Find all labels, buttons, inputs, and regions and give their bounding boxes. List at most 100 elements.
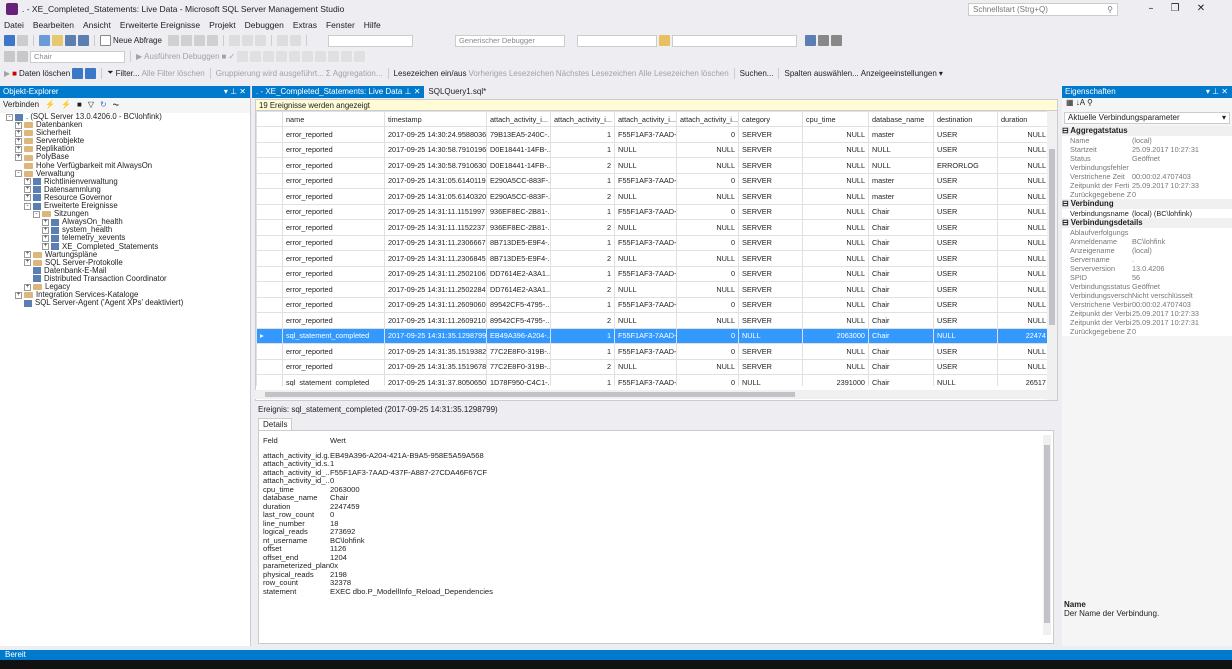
property-row[interactable]: Zurückgegebene Z0	[1062, 190, 1232, 199]
property-category[interactable]: ⊟ Aggregatstatus	[1062, 126, 1232, 136]
expand-toggle-icon[interactable]: +	[15, 154, 22, 162]
expand-toggle-icon[interactable]: +	[24, 178, 31, 186]
expand-toggle-icon[interactable]: +	[15, 137, 22, 145]
grid-icon[interactable]	[72, 67, 84, 79]
table-row[interactable]: error_reported 2017-09-25 14:31:05.614011…	[256, 172, 1047, 189]
detail-row[interactable]: physical_reads 2198	[263, 570, 1053, 580]
filter-button[interactable]: Filter...	[116, 69, 140, 78]
query-option-icon[interactable]	[237, 51, 249, 62]
tree-node[interactable]: + Richtlinienverwaltung	[0, 177, 250, 186]
table-row[interactable]: error_reported 2017-09-25 14:31:11.250228…	[256, 281, 1047, 298]
event-grid[interactable]: name timestamp attach_activity_i... attach_…	[256, 111, 1047, 386]
query-option-icon[interactable]	[276, 51, 288, 62]
table-row[interactable]: error_reported 2017-09-25 14:31:11.115223…	[256, 219, 1047, 236]
property-row[interactable]: Zeitpunkt der Verbi 25.09.2017 10:27:33	[1062, 309, 1232, 318]
expand-toggle-icon[interactable]	[24, 267, 31, 274]
query-option-icon[interactable]	[250, 51, 262, 62]
new-query-button[interactable]: Neue Abfrage	[113, 36, 162, 45]
undo-icon[interactable]	[276, 35, 288, 46]
query-option-icon[interactable]	[302, 51, 314, 62]
tab-details[interactable]: Details	[258, 418, 293, 430]
table-row[interactable]: error_reported 2017-09-25 14:31:35.151938…	[256, 343, 1047, 360]
table-row[interactable]: sql_statement_completed 2017-09-25 14:31:…	[256, 374, 1047, 386]
toolbox-icon[interactable]	[830, 35, 842, 46]
menu-item[interactable]: Datei	[4, 20, 24, 30]
menu-item[interactable]: Hilfe	[364, 20, 381, 30]
filter-icon[interactable]: ▽	[88, 98, 94, 112]
database-dropdown[interactable]: Chair	[30, 50, 125, 63]
table-row[interactable]: error_reported 2017-09-25 14:31:11.250210…	[256, 265, 1047, 282]
query-icon[interactable]	[180, 35, 192, 46]
debugger-dropdown[interactable]: Generischer Debugger	[454, 34, 565, 47]
solution-config-dropdown[interactable]	[327, 34, 413, 47]
property-row[interactable]: Zeitpunkt der Ferti 25.09.2017 10:27:33	[1062, 181, 1232, 190]
tree-node[interactable]: + Datensammlung	[0, 185, 250, 194]
choose-columns-button[interactable]: Spalten auswählen...	[784, 69, 858, 78]
save-all-icon[interactable]	[78, 35, 89, 46]
query-option-icon[interactable]	[263, 51, 275, 62]
collapse-icon[interactable]: ⊟	[1062, 218, 1071, 227]
detail-row[interactable]: cpu_time 2063000	[263, 485, 1053, 495]
menu-item[interactable]: Bearbeiten	[33, 20, 74, 30]
expand-toggle-icon[interactable]: +	[24, 186, 31, 194]
column-header[interactable]: database_name	[868, 111, 934, 127]
table-row[interactable]: error_reported 2017-09-25 14:30:58.791019…	[256, 141, 1047, 158]
menu-item[interactable]: Debuggen	[245, 20, 284, 30]
minimize-button[interactable]: –	[1140, 2, 1162, 16]
expand-toggle-icon[interactable]: +	[15, 121, 22, 129]
query-icon[interactable]	[193, 35, 205, 46]
property-row[interactable]: SPID 56	[1062, 273, 1232, 282]
grouping-button[interactable]: Gruppierung wird ausgeführt...	[216, 69, 324, 78]
expand-toggle-icon[interactable]: +	[24, 259, 31, 267]
property-pages-icon[interactable]: ⚲	[1087, 98, 1093, 107]
expand-toggle-icon[interactable]: -	[24, 202, 31, 210]
details-scrollbar[interactable]	[1043, 435, 1051, 635]
tools-icon[interactable]	[817, 35, 829, 46]
paste-icon[interactable]	[254, 35, 266, 46]
cut-icon[interactable]	[228, 35, 240, 46]
expand-toggle-icon[interactable]: +	[42, 218, 49, 226]
find-input[interactable]	[671, 34, 797, 47]
detail-row[interactable]: parameterized_plan... 0x	[263, 561, 1053, 571]
stop-data-feed-icon[interactable]: ■	[12, 69, 17, 78]
connect-button[interactable]: Verbinden	[3, 98, 39, 112]
expand-toggle-icon[interactable]: +	[24, 194, 31, 202]
find-icon[interactable]	[658, 35, 670, 46]
clear-data-button[interactable]: Daten löschen	[19, 69, 70, 78]
query-option-icon[interactable]	[341, 51, 353, 62]
expand-toggle-icon[interactable]: +	[15, 145, 22, 153]
copy-icon[interactable]	[241, 35, 253, 46]
prev-bookmark-button[interactable]: Vorheriges Lesezeichen	[469, 69, 554, 78]
detail-row[interactable]: line_number 18	[263, 519, 1053, 529]
column-header[interactable]: attach_activity_i...	[486, 111, 551, 127]
pin-icon[interactable]: ▾ ⊥ ✕	[224, 86, 246, 98]
refresh-icon[interactable]: ↻	[100, 98, 107, 112]
query-icon[interactable]	[206, 35, 218, 46]
property-row[interactable]: Verbindungsfehler	[1062, 163, 1232, 172]
redo-icon[interactable]	[289, 35, 301, 46]
document-tab[interactable]: . - XE_Completed_Statements: Live Data ⊥…	[252, 86, 425, 98]
tree-node[interactable]: + Wartungspläne	[0, 250, 250, 259]
categorized-icon[interactable]: ▦	[1066, 98, 1074, 107]
query-option-icon[interactable]	[315, 51, 327, 62]
property-row[interactable]: Ablaufverfolgungs	[1062, 228, 1232, 237]
search-button[interactable]: Suchen...	[740, 69, 774, 78]
menu-item[interactable]: Fenster	[326, 20, 355, 30]
tree-node[interactable]: + SQL Server-Protokolle	[0, 258, 250, 267]
close-icon[interactable]: ▾ ⊥ ✕	[1206, 86, 1228, 98]
clear-filters-button[interactable]: Alle Filter löschen	[142, 69, 205, 78]
table-row[interactable]: error_reported 2017-09-25 14:31:11.260906…	[256, 296, 1047, 313]
table-row[interactable]: error_reported 2017-09-25 14:31:11.115199…	[256, 203, 1047, 220]
column-header[interactable]: name	[282, 111, 385, 127]
close-button[interactable]: ✕	[1190, 2, 1212, 16]
expand-toggle-icon[interactable]: +	[24, 283, 31, 291]
display-settings-button[interactable]: Anzeigeeinstellungen	[861, 69, 937, 78]
details-pane-icon[interactable]	[85, 67, 97, 79]
new-project-icon[interactable]	[39, 35, 50, 46]
next-bookmark-button[interactable]: Nächstes Lesezeichen	[556, 69, 637, 78]
property-row[interactable]: Anzeigename (local)	[1062, 246, 1232, 255]
grid-vertical-scrollbar[interactable]	[1047, 111, 1057, 400]
tree-node[interactable]: Distributed Transaction Coordinator	[0, 274, 250, 283]
column-header[interactable]: attach_activity_i...	[550, 111, 615, 127]
detail-row[interactable]: offset 1126	[263, 544, 1053, 554]
